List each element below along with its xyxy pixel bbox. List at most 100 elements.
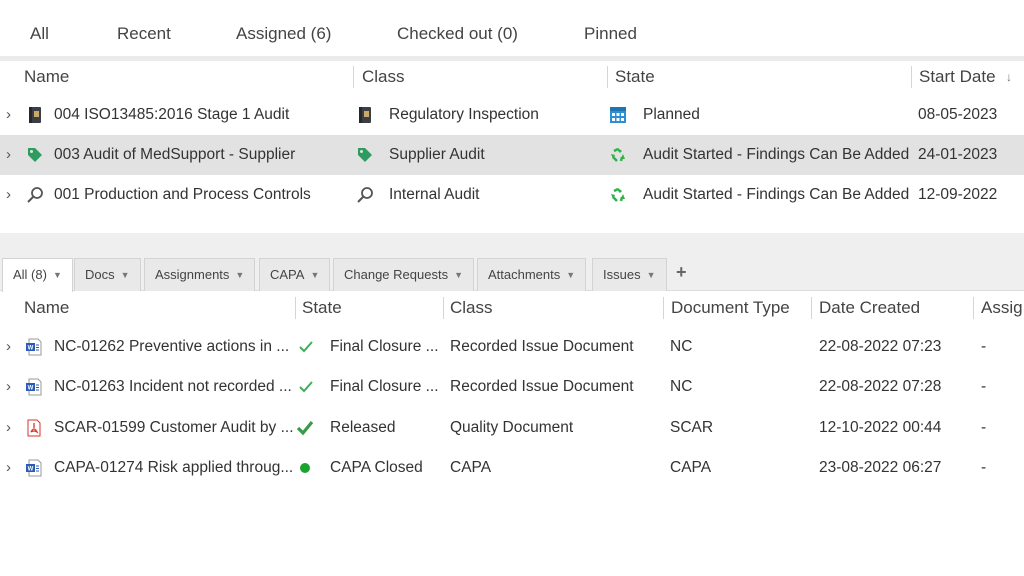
tab-label: Change Requests xyxy=(344,267,449,282)
tag-icon xyxy=(28,148,42,162)
document-type: NC xyxy=(670,378,693,395)
audit-class: Supplier Audit xyxy=(389,146,485,163)
document-type: SCAR xyxy=(670,419,714,436)
audit-state: Planned xyxy=(643,106,700,123)
caret-down-icon[interactable]: ▼ xyxy=(53,270,62,280)
column-divider[interactable] xyxy=(295,297,296,319)
document-assigned: - xyxy=(981,459,987,476)
document-date-created: 22-08-2022 07:23 xyxy=(819,338,942,355)
word-doc-icon: W xyxy=(26,378,42,396)
audit-row[interactable]: › 003 Audit of MedSupport - Supplier Sup… xyxy=(0,135,1024,175)
magnifier-icon xyxy=(357,187,373,203)
document-class: Quality Document xyxy=(450,419,574,436)
document-date-created: 12-10-2022 00:44 xyxy=(819,419,942,436)
audit-class: Regulatory Inspection xyxy=(389,106,539,123)
doc-tab-change-requests[interactable]: Change Requests ▼ xyxy=(333,258,474,291)
audit-name[interactable]: 001 Production and Process Controls xyxy=(54,175,311,215)
word-doc-icon: W xyxy=(26,338,42,356)
document-state: Final Closure ... xyxy=(330,338,439,355)
doc-tab-assignments[interactable]: Assignments ▼ xyxy=(144,258,256,291)
tab-label: Docs xyxy=(85,267,115,282)
audits-header: Name Class State Start Date ↓ xyxy=(0,61,1024,93)
column-divider[interactable] xyxy=(353,66,354,88)
magnifier-icon xyxy=(27,187,43,203)
column-header-name[interactable]: Name xyxy=(24,61,69,93)
doc-tab-docs[interactable]: Docs ▼ xyxy=(74,258,141,291)
caret-down-icon[interactable]: ▼ xyxy=(454,270,463,280)
caret-down-icon[interactable]: ▼ xyxy=(647,270,656,280)
document-date-created: 22-08-2022 07:28 xyxy=(819,378,942,395)
column-divider[interactable] xyxy=(973,297,974,319)
document-date-created: 23-08-2022 06:27 xyxy=(819,459,942,476)
document-name[interactable]: SCAR-01599 Customer Audit by ... xyxy=(54,408,294,448)
document-name[interactable]: CAPA-01274 Risk applied throug... xyxy=(54,448,293,488)
column-header-state[interactable]: State xyxy=(302,292,342,324)
column-header-date-created[interactable]: Date Created xyxy=(819,292,920,324)
doc-tab-capa[interactable]: CAPA ▼ xyxy=(259,258,331,291)
document-name[interactable]: NC-01262 Preventive actions in ... xyxy=(54,327,289,367)
document-row[interactable]: › W CAPA-01274 Risk applied throug... CA… xyxy=(0,448,1024,488)
sort-descending-icon[interactable]: ↓ xyxy=(1006,61,1012,93)
tab-label: Issues xyxy=(603,267,641,282)
document-name[interactable]: NC-01263 Incident not recorded ... xyxy=(54,367,292,407)
audit-start-date: 12-09-2022 xyxy=(918,186,998,203)
audit-name[interactable]: 004 ISO13485:2016 Stage 1 Audit xyxy=(54,95,289,135)
svg-text:W: W xyxy=(28,467,34,473)
document-class: Recorded Issue Document xyxy=(450,378,634,395)
caret-down-icon[interactable]: ▼ xyxy=(566,270,575,280)
expand-chevron-icon[interactable]: › xyxy=(6,135,11,175)
pdf-doc-icon xyxy=(27,419,41,437)
document-row[interactable]: › W NC-01263 Incident not recorded ... F… xyxy=(0,367,1024,407)
document-state: Released xyxy=(330,419,396,436)
view-tabs: All Recent Assigned (6) Checked out (0) … xyxy=(0,0,1024,56)
audit-class: Internal Audit xyxy=(389,186,480,203)
caret-down-icon[interactable]: ▼ xyxy=(310,270,319,280)
column-header-state[interactable]: State xyxy=(615,61,655,93)
tab-checked-out[interactable]: Checked out (0) xyxy=(397,24,518,44)
column-divider[interactable] xyxy=(811,297,812,319)
expand-chevron-icon[interactable]: › xyxy=(6,408,11,448)
expand-chevron-icon[interactable]: › xyxy=(6,175,11,215)
cycle-icon xyxy=(611,187,625,202)
caret-down-icon[interactable]: ▼ xyxy=(121,270,130,280)
column-divider[interactable] xyxy=(663,297,664,319)
svg-text:W: W xyxy=(28,346,34,352)
tab-all[interactable]: All xyxy=(30,24,49,44)
document-row[interactable]: › W NC-01262 Preventive actions in ... F… xyxy=(0,327,1024,367)
expand-chevron-icon[interactable]: › xyxy=(6,95,11,135)
expand-chevron-icon[interactable]: › xyxy=(6,367,11,407)
audit-name[interactable]: 003 Audit of MedSupport - Supplier xyxy=(54,135,295,175)
doc-tab-all[interactable]: All (8) ▼ xyxy=(2,258,73,292)
expand-chevron-icon[interactable]: › xyxy=(6,327,11,367)
column-header-class[interactable]: Class xyxy=(362,61,405,93)
add-tab-button[interactable]: + xyxy=(676,262,687,283)
doc-tab-issues[interactable]: Issues ▼ xyxy=(592,258,667,291)
check-icon xyxy=(299,381,313,393)
audit-row[interactable]: › 001 Production and Process Controls In… xyxy=(0,175,1024,215)
tab-assigned[interactable]: Assigned (6) xyxy=(236,24,331,44)
doc-tab-attachments[interactable]: Attachments ▼ xyxy=(477,258,587,291)
caret-down-icon[interactable]: ▼ xyxy=(235,270,244,280)
calendar-icon xyxy=(610,107,626,123)
tab-recent[interactable]: Recent xyxy=(117,24,171,44)
tab-label: CAPA xyxy=(270,267,305,282)
column-divider[interactable] xyxy=(911,66,912,88)
green-dot-icon xyxy=(300,463,310,473)
expand-chevron-icon[interactable]: › xyxy=(6,448,11,488)
document-row[interactable]: › SCAR-01599 Customer Audit by ... Relea… xyxy=(0,408,1024,448)
column-header-start-date[interactable]: Start Date xyxy=(919,61,996,93)
document-class: Recorded Issue Document xyxy=(450,338,634,355)
document-assigned: - xyxy=(981,338,987,355)
tab-pinned[interactable]: Pinned xyxy=(584,24,637,44)
document-assigned: - xyxy=(981,419,987,436)
column-divider[interactable] xyxy=(607,66,608,88)
column-header-class[interactable]: Class xyxy=(450,292,493,324)
document-tabs-bar: All (8) ▼ Docs ▼ Assignments ▼ CAPA ▼ Change… xyxy=(0,233,1024,292)
column-header-name[interactable]: Name xyxy=(24,292,69,324)
column-divider[interactable] xyxy=(443,297,444,319)
audit-row[interactable]: › 004 ISO13485:2016 Stage 1 Audit Regula… xyxy=(0,95,1024,135)
column-header-document-type[interactable]: Document Type xyxy=(671,292,790,324)
column-header-assigned[interactable]: Assig xyxy=(981,292,1023,324)
document-type: NC xyxy=(670,338,693,355)
tab-label: All (8) xyxy=(13,267,47,282)
